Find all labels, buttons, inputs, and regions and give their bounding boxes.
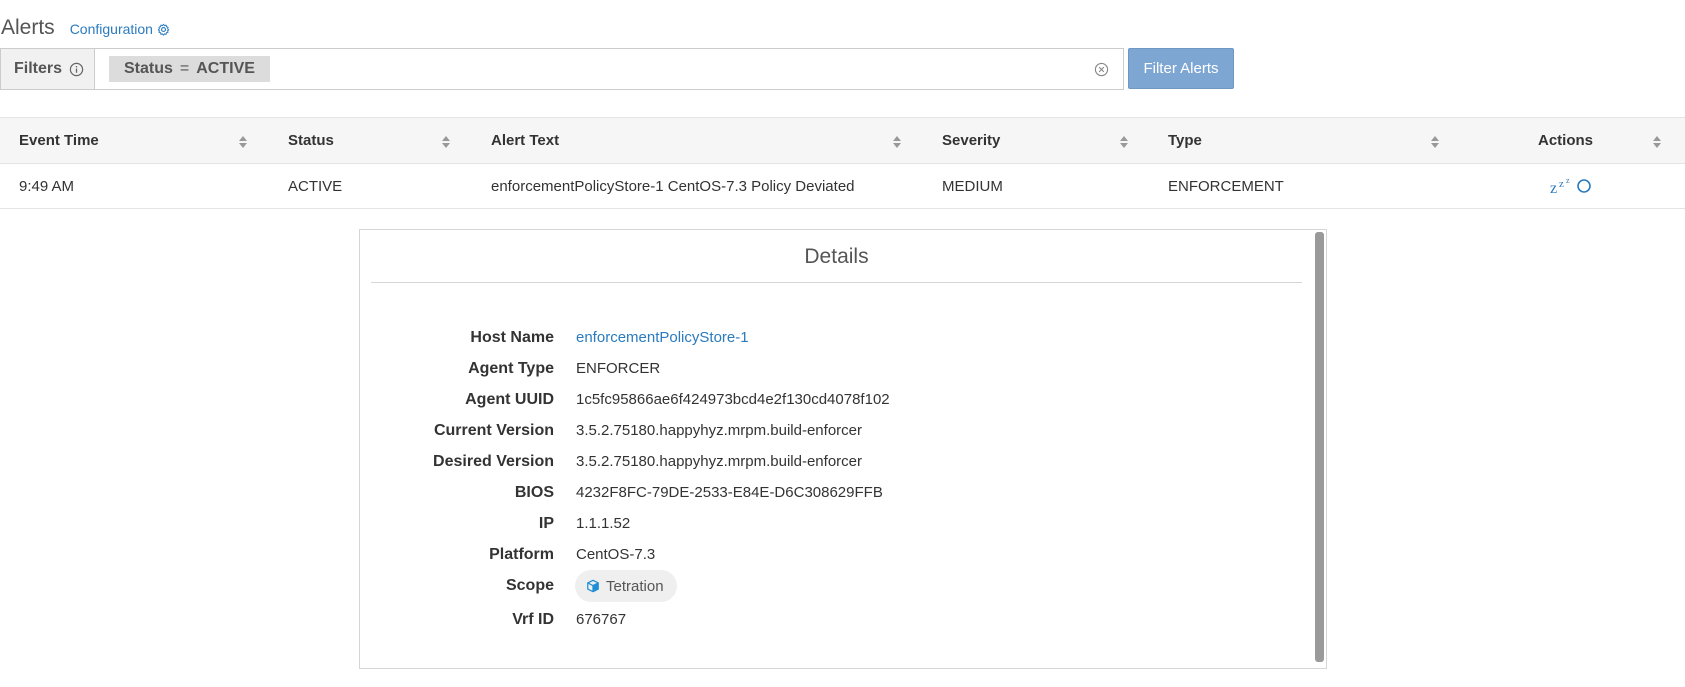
field-current-version: Current Version 3.5.2.75180.happyhyz.mrp… (360, 419, 1260, 443)
scope-chip[interactable]: Tetration (575, 570, 677, 602)
filter-bar: Filters Status = ACTIVE (0, 48, 1124, 90)
field-scope: Scope Tetration (360, 570, 1260, 602)
field-value: ENFORCER (576, 360, 661, 377)
cube-icon (587, 579, 599, 593)
clear-filter-icon[interactable] (1094, 62, 1109, 77)
cell-alert-text: enforcementPolicyStore-1 CentOS-7.3 Poli… (491, 177, 855, 195)
filters-label-box: Filters (1, 49, 95, 89)
snooze-icon[interactable]: z z z (1550, 177, 1574, 195)
svg-text:z: z (1566, 177, 1570, 185)
field-label: Scope (505, 577, 554, 594)
scope-label: Tetration (606, 577, 664, 595)
field-value: 676767 (576, 611, 627, 628)
svg-text:z: z (1559, 178, 1564, 190)
cell-status: ACTIVE (288, 177, 343, 195)
circle-icon[interactable] (1576, 178, 1592, 194)
column-header-event-time[interactable]: Event Time (19, 118, 99, 163)
field-label: Host Name (470, 329, 554, 346)
alerts-table: Event Time Status Alert Text Severity Ty… (0, 117, 1685, 209)
filter-chip-operator: = (179, 60, 190, 77)
field-label: Vrf ID (512, 611, 554, 628)
info-icon[interactable] (69, 62, 84, 77)
field-label: Agent Type (468, 360, 554, 377)
column-header-type[interactable]: Type (1168, 118, 1202, 163)
configuration-link[interactable]: Configuration (70, 21, 170, 37)
field-value: 3.5.2.75180.happyhyz.mrpm.build-enforcer (576, 453, 862, 470)
svg-text:z: z (1550, 180, 1557, 195)
sort-icon[interactable] (238, 135, 248, 149)
filter-input[interactable]: Status = ACTIVE (95, 49, 1123, 89)
page-title: Alerts (1, 16, 55, 39)
sort-icon[interactable] (1652, 135, 1662, 149)
field-host-name: Host Name enforcementPolicyStore-1 (360, 326, 1260, 350)
cell-event-time: 9:49 AM (19, 177, 75, 195)
sort-icon[interactable] (892, 135, 902, 149)
title-row: Alerts Configuration (0, 16, 170, 42)
filter-chip-status[interactable]: Status = ACTIVE (109, 56, 270, 82)
filter-alerts-button[interactable]: Filter Alerts (1128, 48, 1234, 89)
column-header-severity[interactable]: Severity (942, 118, 1000, 163)
field-value: 1.1.1.52 (576, 515, 631, 532)
sort-icon[interactable] (1430, 135, 1440, 149)
field-value: 4232F8FC-79DE-2533-E84E-D6C308629FFB (576, 484, 883, 501)
field-agent-type: Agent Type ENFORCER (360, 357, 1260, 381)
details-panel: Details Host Name enforcementPolicyStore… (359, 229, 1327, 669)
configuration-label: Configuration (69, 21, 153, 37)
details-scrollbar[interactable] (1315, 232, 1324, 662)
field-label: Current Version (433, 422, 554, 439)
field-label: Agent UUID (465, 391, 554, 408)
field-label: IP (538, 515, 554, 532)
filter-chip-field: Status (124, 60, 173, 77)
field-value: 3.5.2.75180.happyhyz.mrpm.build-enforcer (576, 422, 862, 439)
field-label: Platform (489, 546, 554, 563)
field-label: Desired Version (433, 453, 554, 470)
cell-actions: z z z (1550, 164, 1592, 208)
field-value: CentOS-7.3 (576, 546, 656, 563)
host-name-link[interactable]: enforcementPolicyStore-1 (576, 329, 749, 346)
gear-icon (157, 23, 170, 36)
field-desired-version: Desired Version 3.5.2.75180.happyhyz.mrp… (360, 450, 1260, 474)
sort-icon[interactable] (1119, 135, 1129, 149)
cell-severity: MEDIUM (942, 177, 1003, 195)
field-vrf-id: Vrf ID 676767 (360, 608, 1260, 632)
cell-type: ENFORCEMENT (1168, 177, 1284, 195)
field-bios: BIOS 4232F8FC-79DE-2533-E84E-D6C308629FF… (360, 481, 1260, 505)
column-header-alert-text[interactable]: Alert Text (491, 118, 559, 163)
table-row[interactable]: 9:49 AM ACTIVE enforcementPolicyStore-1 … (0, 164, 1685, 209)
sort-icon[interactable] (441, 135, 451, 149)
field-ip: IP 1.1.1.52 (360, 512, 1260, 536)
filters-label: Filters (14, 60, 63, 77)
field-label: BIOS (514, 484, 554, 501)
field-platform: Platform CentOS-7.3 (360, 543, 1260, 567)
table-header: Event Time Status Alert Text Severity Ty… (0, 117, 1685, 164)
filter-chip-value: ACTIVE (196, 60, 255, 77)
details-title: Details (371, 230, 1302, 283)
field-value: 1c5fc95866ae6f424973bcd4e2f130cd4078f102 (576, 391, 890, 408)
field-agent-uuid: Agent UUID 1c5fc95866ae6f424973bcd4e2f13… (360, 388, 1260, 412)
column-header-status[interactable]: Status (288, 118, 334, 163)
column-header-actions[interactable]: Actions (1538, 118, 1593, 163)
